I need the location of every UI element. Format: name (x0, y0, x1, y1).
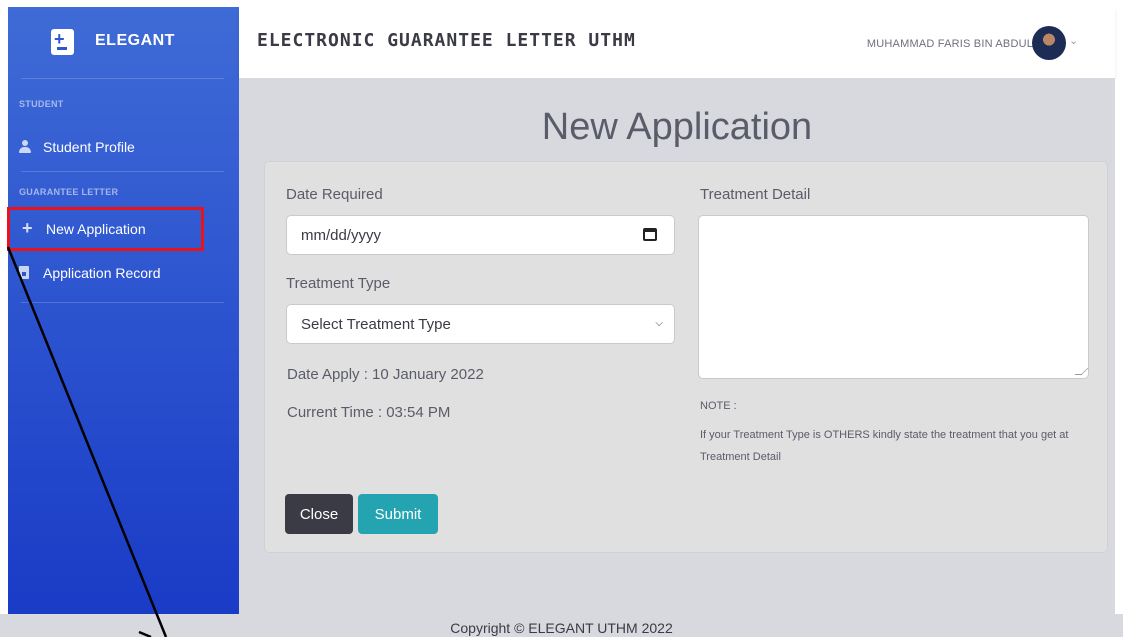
sidebar-divider (21, 171, 224, 172)
brand-name: ELEGANT (95, 32, 175, 49)
treatment-detail-label: Treatment Detail (700, 186, 811, 203)
sidebar-heading-guarantee-letter: GUARANTEE LETTER (19, 187, 119, 197)
resize-handle-icon[interactable] (1074, 368, 1089, 375)
sidebar: + ELEGANT STUDENT Student Profile GUARAN… (7, 7, 239, 614)
calendar-icon[interactable] (643, 228, 657, 241)
treatment-detail-textarea[interactable] (698, 215, 1089, 379)
treatment-type-select[interactable]: Select Treatment Type ⌵ (286, 304, 675, 344)
note-label: NOTE : (700, 400, 737, 412)
chevron-down-icon: ⌵ (655, 318, 663, 329)
date-input-placeholder: mm/dd/yyyy (301, 227, 382, 244)
brand[interactable]: + ELEGANT (8, 7, 239, 77)
sidebar-divider (21, 302, 224, 303)
footer: Copyright © ELEGANT UTHM 2022 (0, 614, 1123, 637)
sidebar-item-application-record[interactable]: Application Record (11, 255, 205, 291)
topbar: ELECTRONIC GUARANTEE LETTER UTHM MUHAMMA… (239, 7, 1115, 78)
sidebar-item-student-profile[interactable]: Student Profile (11, 129, 205, 165)
page-title: New Application (541, 106, 813, 148)
submit-button[interactable]: Submit (358, 494, 438, 534)
file-icon (19, 266, 31, 280)
note-text: If your Treatment Type is OTHERS kindly … (700, 429, 1069, 463)
current-time-text: Current Time : 03:54 PM (287, 404, 451, 421)
treatment-type-label: Treatment Type (286, 275, 391, 292)
notebook-plus-icon: + (51, 29, 74, 55)
chevron-down-icon[interactable]: ⌄ (1069, 34, 1078, 47)
sidebar-item-label: Student Profile (43, 139, 135, 155)
sidebar-item-label: Application Record (43, 265, 161, 281)
sidebar-item-label: New Application (46, 221, 146, 237)
date-required-label: Date Required (286, 186, 383, 203)
plus-icon: + (22, 218, 33, 238)
date-apply-text: Date Apply : 10 January 2022 (287, 366, 484, 383)
copyright-text: Copyright © ELEGANT UTHM 2022 (450, 620, 673, 636)
avatar[interactable] (1032, 26, 1066, 60)
date-required-input[interactable]: mm/dd/yyyy (286, 215, 675, 255)
sidebar-divider (21, 78, 224, 79)
close-button[interactable]: Close (285, 494, 353, 534)
app-title: ELECTRONIC GUARANTEE LETTER UTHM (257, 30, 636, 51)
user-icon (19, 140, 31, 154)
sidebar-heading-student: STUDENT (19, 99, 64, 109)
treatment-type-selected: Select Treatment Type (301, 316, 451, 333)
sidebar-item-new-application[interactable]: + New Application (7, 207, 204, 251)
